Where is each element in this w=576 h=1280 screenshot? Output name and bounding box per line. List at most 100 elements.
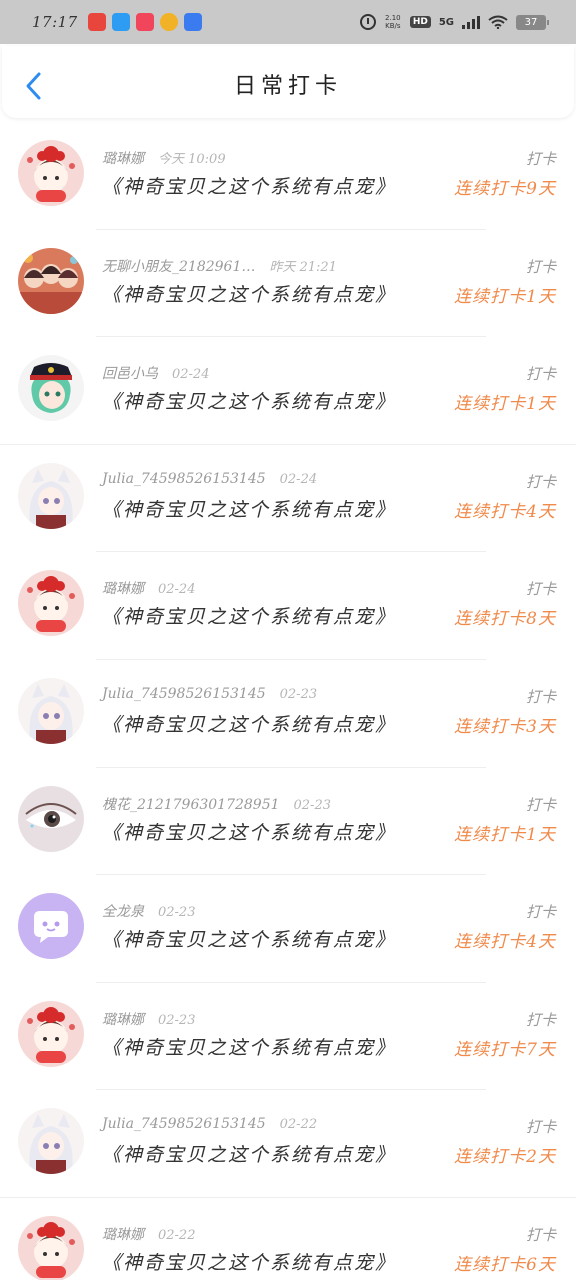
battery-icon: 37 xyxy=(516,14,549,30)
list-item-6[interactable]: Julia_74598526153145 02-23 《神奇宝贝之这个系统有点宠》… xyxy=(0,660,576,768)
list-item-7[interactable]: 槐花_2121796301728951 02-23 《神奇宝贝之这个系统有点宠》 … xyxy=(0,768,576,876)
checkin-label: 打卡 xyxy=(525,1010,556,1029)
streak-count: 连续打卡4天 xyxy=(454,932,556,953)
timestamp: 02-23 xyxy=(158,905,196,921)
user-meta: 无聊小朋友_2182961… 昨天 21:21 xyxy=(102,256,337,276)
book-title[interactable]: 《神奇宝贝之这个系统有点宠》 xyxy=(102,710,396,737)
username[interactable]: Julia_74598526153145 xyxy=(102,1116,266,1132)
avatar-white-hair[interactable] xyxy=(18,1108,84,1175)
book-title[interactable]: 《神奇宝贝之这个系统有点宠》 xyxy=(102,602,396,629)
username[interactable]: 回邑小乌 xyxy=(102,366,158,382)
username[interactable]: 璐琳娜 xyxy=(102,151,144,167)
avatar-chat-bubble[interactable] xyxy=(18,893,84,960)
list-item-11[interactable]: 璐琳娜 02-22 《神奇宝贝之这个系统有点宠》 打卡 连续打卡6天 xyxy=(0,1198,576,1280)
user-meta: Julia_74598526153145 02-23 xyxy=(102,686,317,702)
avatar-group[interactable] xyxy=(18,247,84,314)
avatar-white-hair[interactable] xyxy=(18,462,84,529)
header: 日常打卡 xyxy=(2,46,574,118)
streak-count: 连续打卡9天 xyxy=(454,179,556,199)
avatar-girl-red[interactable] xyxy=(18,1000,84,1067)
book-title[interactable]: 《神奇宝贝之这个系统有点宠》 xyxy=(102,495,396,522)
book-title[interactable]: 《神奇宝贝之这个系统有点宠》 xyxy=(102,172,396,199)
list-item-2[interactable]: 无聊小朋友_2182961… 昨天 21:21 《神奇宝贝之这个系统有点宠》 打卡… xyxy=(0,230,576,338)
app-icon-pink xyxy=(135,13,154,31)
username[interactable]: 槐花_2121796301728951 xyxy=(102,797,280,813)
app-icon-red xyxy=(87,13,106,31)
streak-count: 连续打卡7天 xyxy=(454,1039,556,1060)
username[interactable]: 璐琳娜 xyxy=(102,1227,144,1243)
avatar-girl-red[interactable] xyxy=(18,140,84,206)
streak-count: 连续打卡2天 xyxy=(454,1147,556,1168)
app-icon-baidu xyxy=(183,13,202,31)
list-item-8[interactable]: 全龙泉 02-23 《神奇宝贝之这个系统有点宠》 打卡 连续打卡4天 xyxy=(0,875,576,983)
wifi-icon xyxy=(488,15,508,29)
page-title: 日常打卡 xyxy=(233,74,342,99)
username[interactable]: Julia_74598526153145 xyxy=(102,686,266,702)
username[interactable]: Julia_74598526153145 xyxy=(102,471,266,487)
username[interactable]: 璐琳娜 xyxy=(102,581,144,597)
list-item-5[interactable]: 璐琳娜 02-24 《神奇宝贝之这个系统有点宠》 打卡 连续打卡8天 xyxy=(0,552,576,660)
timestamp: 02-24 xyxy=(279,471,318,487)
net-speed: 2.10 KB/s xyxy=(384,14,402,30)
user-meta: 璐琳娜 02-23 xyxy=(102,1009,195,1029)
list-item-3[interactable]: 回邑小乌 02-24 《神奇宝贝之这个系统有点宠》 打卡 连续打卡1天 xyxy=(0,337,576,445)
network-type: 5G xyxy=(438,16,454,28)
alarm-icon xyxy=(359,14,376,30)
user-meta: 璐琳娜 今天 10:09 xyxy=(102,148,226,168)
book-title[interactable]: 《神奇宝贝之这个系统有点宠》 xyxy=(102,1140,396,1167)
hd-badge: HD xyxy=(409,16,431,28)
timestamp: 今天 10:09 xyxy=(158,152,226,167)
timestamp: 02-24 xyxy=(158,582,196,598)
status-time: 17:17 xyxy=(32,13,78,31)
checkin-label: 打卡 xyxy=(525,1118,556,1137)
checkin-list: 璐琳娜 今天 10:09 《神奇宝贝之这个系统有点宠》 打卡 连续打卡9天 无聊小… xyxy=(0,122,576,1280)
app-icon-blue xyxy=(111,13,130,31)
streak-count: 连续打卡4天 xyxy=(454,501,556,522)
streak-count: 连续打卡3天 xyxy=(454,716,556,737)
signal-icon xyxy=(462,15,480,29)
user-meta: 璐琳娜 02-22 xyxy=(102,1224,195,1244)
timestamp: 昨天 21:21 xyxy=(269,259,337,275)
avatar-eye[interactable] xyxy=(18,785,84,852)
avatar-girl-red[interactable] xyxy=(18,1215,84,1280)
avatar-white-hair[interactable] xyxy=(18,677,84,744)
avatar-girl-red[interactable] xyxy=(18,570,84,637)
streak-count: 连续打卡1天 xyxy=(454,824,556,845)
checkin-label: 打卡 xyxy=(525,365,556,384)
user-meta: Julia_74598526153145 02-24 xyxy=(102,471,317,487)
checkin-label: 打卡 xyxy=(525,580,556,599)
username[interactable]: 全龙泉 xyxy=(102,904,144,920)
book-title[interactable]: 《神奇宝贝之这个系统有点宠》 xyxy=(102,280,396,307)
timestamp: 02-22 xyxy=(279,1117,318,1133)
list-item-9[interactable]: 璐琳娜 02-23 《神奇宝贝之这个系统有点宠》 打卡 连续打卡7天 xyxy=(0,983,576,1091)
net-speed-value: 2.10 xyxy=(385,14,401,22)
book-title[interactable]: 《神奇宝贝之这个系统有点宠》 xyxy=(102,1248,396,1275)
checkin-label: 打卡 xyxy=(525,1225,556,1244)
list-item-10[interactable]: Julia_74598526153145 02-22 《神奇宝贝之这个系统有点宠》… xyxy=(0,1090,576,1198)
timestamp: 02-23 xyxy=(293,797,331,813)
net-speed-unit: KB/s xyxy=(385,22,401,30)
streak-count: 连续打卡8天 xyxy=(454,609,556,630)
user-meta: Julia_74598526153145 02-22 xyxy=(102,1116,317,1132)
user-meta: 回邑小乌 02-24 xyxy=(102,363,209,383)
book-title[interactable]: 《神奇宝贝之这个系统有点宠》 xyxy=(102,818,396,845)
username[interactable]: 无聊小朋友_2182961… xyxy=(102,259,255,275)
list-item-4[interactable]: Julia_74598526153145 02-24 《神奇宝贝之这个系统有点宠》… xyxy=(0,445,576,553)
list-item-1[interactable]: 璐琳娜 今天 10:09 《神奇宝贝之这个系统有点宠》 打卡 连续打卡9天 xyxy=(0,122,576,230)
timestamp: 02-23 xyxy=(279,686,318,702)
timestamp: 02-22 xyxy=(158,1227,196,1243)
streak-count: 连续打卡1天 xyxy=(454,286,556,307)
user-meta: 璐琳娜 02-24 xyxy=(102,578,195,598)
user-meta: 槐花_2121796301728951 02-23 xyxy=(102,794,331,814)
status-bar: 17:17 2.10 KB/s HD 5G 37 xyxy=(0,0,576,44)
avatar-green-hair[interactable] xyxy=(18,355,84,422)
notification-icons xyxy=(87,13,202,31)
user-meta: 全龙泉 02-23 xyxy=(102,901,195,921)
checkin-label: 打卡 xyxy=(525,472,556,491)
timestamp: 02-24 xyxy=(172,367,210,383)
streak-count: 连续打卡1天 xyxy=(454,394,556,415)
book-title[interactable]: 《神奇宝贝之这个系统有点宠》 xyxy=(102,925,396,952)
book-title[interactable]: 《神奇宝贝之这个系统有点宠》 xyxy=(102,387,396,414)
username[interactable]: 璐琳娜 xyxy=(102,1012,144,1028)
book-title[interactable]: 《神奇宝贝之这个系统有点宠》 xyxy=(102,1033,396,1060)
